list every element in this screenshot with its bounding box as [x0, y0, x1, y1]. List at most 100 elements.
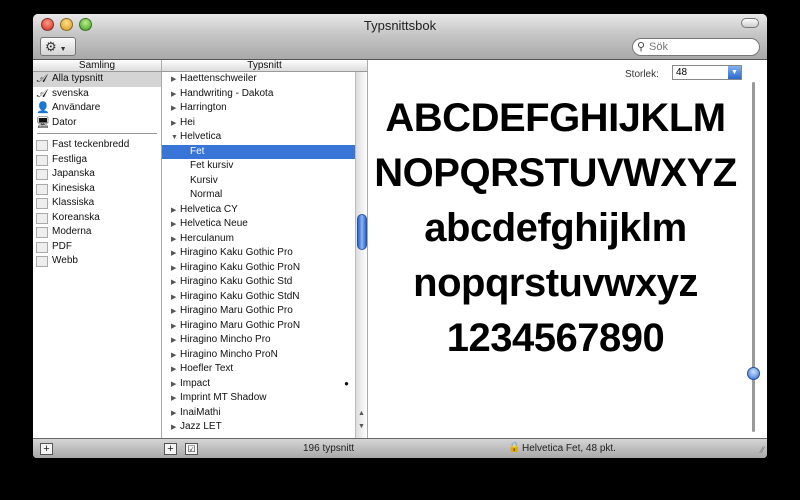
font-family-item[interactable]: ▶ Hiragino Kaku Gothic ProN — [162, 261, 355, 276]
font-label: Imprint MT Shadow — [180, 392, 267, 403]
chevron-down-icon: ▼ — [59, 46, 67, 53]
disclosure-closed-icon[interactable]: ▶ — [171, 421, 178, 436]
collection-group-item[interactable]: Japanska — [33, 167, 161, 182]
collection-item[interactable]: 🖥 Dator — [33, 116, 161, 131]
font-family-item[interactable]: ▼ Helvetica — [162, 130, 355, 145]
bottom-bar: + + ☑ 196 typsnitt 🔒 Helvetica Fet, 48 p… — [33, 438, 767, 458]
collection-item[interactable]: 𝒜svenska — [33, 87, 161, 102]
font-family-item[interactable]: ▶ InaiMathi — [162, 406, 355, 421]
preview-line-lowercase-2: nopqrstuvwxyz — [413, 261, 698, 305]
enable-font-checkbox-button[interactable]: ☑ — [185, 443, 198, 455]
collection-group-item[interactable]: PDF — [33, 240, 161, 255]
size-slider-knob[interactable] — [747, 366, 760, 380]
disclosure-open-icon[interactable]: ▼ — [171, 131, 178, 146]
collection-label: Moderna — [52, 226, 92, 237]
disclosure-closed-icon[interactable]: ▶ — [171, 102, 178, 117]
font-list-scrollbar[interactable]: ▲ ▼ — [355, 72, 368, 438]
font-label: Harrington — [180, 102, 227, 113]
scroll-thumb[interactable] — [357, 214, 367, 250]
scroll-up-arrow[interactable]: ▲ — [358, 410, 365, 417]
scroll-down-arrow[interactable]: ▼ — [358, 423, 365, 430]
collection-item[interactable]: 👤 Användare — [33, 101, 161, 116]
add-font-button[interactable]: + — [164, 443, 177, 455]
disclosure-closed-icon[interactable]: ▶ — [171, 320, 178, 335]
collection-label: Dator — [52, 116, 77, 128]
toolbar-toggle-button[interactable] — [741, 18, 759, 28]
book-icon — [36, 140, 48, 151]
collection-group-item[interactable]: Kinesiska — [33, 182, 161, 197]
disclosure-closed-icon[interactable]: ▶ — [171, 276, 178, 291]
collection-header: Samling — [33, 60, 162, 72]
disclosure-closed-icon[interactable]: ▶ — [171, 88, 178, 103]
disclosure-closed-icon[interactable]: ▶ — [171, 73, 178, 88]
disclosure-closed-icon[interactable]: ▶ — [171, 117, 178, 132]
disclosure-closed-icon[interactable]: ▶ — [171, 349, 178, 364]
font-family-item[interactable]: ▶ Imprint MT Shadow — [162, 391, 355, 406]
font-label: Hiragino Kaku Gothic Pro — [180, 247, 293, 258]
chevron-down-icon: ▼ — [728, 66, 741, 79]
collection-label: Festliga — [52, 153, 88, 165]
collection-group-item[interactable]: Festliga — [33, 153, 161, 168]
font-family-item[interactable]: ▶ Handwriting - Dakota — [162, 87, 355, 102]
collection-label: PDF — [52, 240, 72, 252]
disclosure-closed-icon[interactable]: ▶ — [171, 218, 178, 233]
disclosure-closed-icon[interactable]: ▶ — [171, 407, 178, 422]
user-icon: 👤 — [36, 102, 50, 114]
collection-label: Fast teckenbredd — [52, 139, 130, 150]
font-family-item[interactable]: ▶ Haettenschweiler — [162, 72, 355, 87]
disclosure-closed-icon[interactable]: ▶ — [171, 291, 178, 306]
font-family-item[interactable]: ▶ Jazz LET — [162, 420, 355, 435]
font-family-item[interactable]: ▶ Hiragino Kaku Gothic Std — [162, 275, 355, 290]
status-dot-icon: ● — [344, 378, 349, 388]
font-count: 196 typsnitt — [303, 443, 355, 454]
font-family-item[interactable]: ▶ Impact ● — [162, 377, 355, 392]
font-family-item[interactable]: ▶ Hiragino Maru Gothic ProN — [162, 319, 355, 334]
disclosure-closed-icon[interactable]: ▶ — [171, 305, 178, 320]
collection-group-item[interactable]: Fast teckenbredd — [33, 138, 161, 153]
typeface-item[interactable]: Fet — [162, 144, 355, 159]
disclosure-closed-icon[interactable]: ▶ — [171, 247, 178, 262]
search-placeholder: Sök — [649, 41, 668, 53]
add-collection-button[interactable]: + — [40, 443, 53, 455]
font-family-item[interactable]: ▶ Hiragino Kaku Gothic StdN — [162, 290, 355, 305]
font-family-item[interactable]: ▶ Herculanum — [162, 232, 355, 247]
disclosure-closed-icon[interactable]: ▶ — [171, 363, 178, 378]
typeface-item[interactable]: Normal — [162, 188, 355, 203]
book-icon — [36, 154, 48, 166]
collection-label: Webb — [52, 255, 78, 266]
disclosure-closed-icon[interactable]: ▶ — [171, 378, 178, 393]
font-label: Fet kursiv — [190, 160, 234, 171]
disclosure-closed-icon[interactable]: ▶ — [171, 262, 178, 277]
preview-line-digits: 1234567890 — [446, 316, 665, 360]
size-slider[interactable] — [747, 82, 760, 432]
window-title: Typsnittsbok — [363, 18, 437, 33]
font-family-item[interactable]: ▶ Hiragino Mincho Pro — [162, 333, 355, 348]
search-icon: ⚲ — [637, 41, 646, 53]
collection-group-item[interactable]: Moderna — [33, 225, 161, 240]
font-family-item[interactable]: ▶ Hei — [162, 116, 355, 131]
font-family-item[interactable]: ▶ Hiragino Maru Gothic Pro — [162, 304, 355, 319]
size-select[interactable]: 48 ▼ — [672, 65, 742, 80]
disclosure-closed-icon[interactable]: ▶ — [171, 204, 178, 219]
font-family-item[interactable]: ▶ Helvetica Neue — [162, 217, 355, 232]
typeface-item[interactable]: Kursiv — [162, 174, 355, 189]
font-label: Helvetica CY — [180, 203, 238, 215]
font-family-item[interactable]: ▶ Hiragino Mincho ProN — [162, 348, 355, 363]
disclosure-closed-icon[interactable]: ▶ — [171, 233, 178, 248]
font-label: Kursiv — [190, 174, 218, 186]
font-family-item[interactable]: ▶ Hiragino Kaku Gothic Pro — [162, 246, 355, 261]
collection-group-item[interactable]: Webb — [33, 254, 161, 269]
font-family-item[interactable]: ▶ Harrington — [162, 101, 355, 116]
font-family-item[interactable]: ▶ Hoefler Text — [162, 362, 355, 377]
disclosure-closed-icon[interactable]: ▶ — [171, 392, 178, 407]
font-label: Hiragino Mincho Pro — [180, 334, 271, 345]
collection-group-item[interactable]: Koreanska — [33, 211, 161, 226]
search-input[interactable]: ⚲ Sök — [632, 38, 760, 56]
font-family-item[interactable]: ▶ Helvetica CY — [162, 203, 355, 218]
collection-group-item[interactable]: Klassiska — [33, 196, 161, 211]
typeface-item[interactable]: Fet kursiv — [162, 159, 355, 174]
action-menu-button[interactable]: ⚙ ▼ — [40, 37, 76, 56]
collection-item[interactable]: 𝒜 Alla typsnitt — [33, 72, 161, 87]
resize-grip[interactable]: ⁄⁄ — [761, 445, 764, 455]
disclosure-closed-icon[interactable]: ▶ — [171, 334, 178, 349]
